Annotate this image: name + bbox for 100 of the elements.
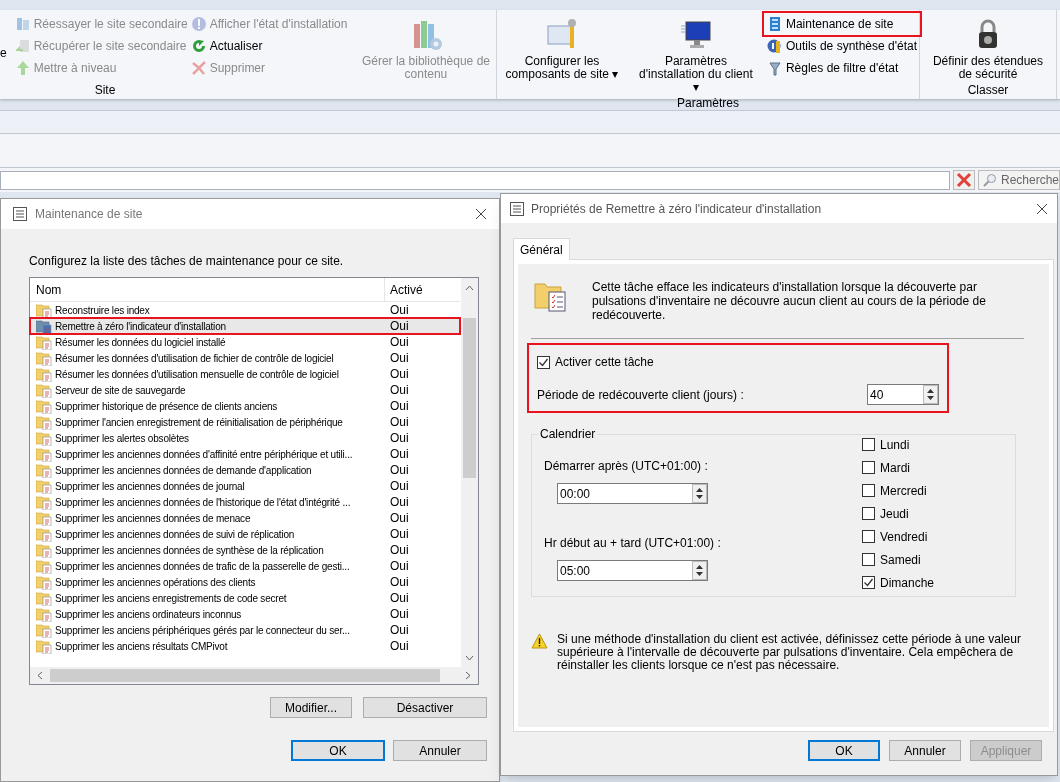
checkbox-label: Dimanche xyxy=(880,574,935,592)
field-label: Période de redécouverte client (jours) : xyxy=(537,386,745,404)
field-label: Démarrer après (UTC+01:00) : xyxy=(544,458,709,475)
list-row[interactable]: Supprimer les anciennes données de demande d'application Oui xyxy=(30,462,460,478)
filter-icon xyxy=(766,60,783,76)
up-arrow-icon xyxy=(14,60,31,76)
folder-document-icon xyxy=(36,622,52,638)
list-row[interactable]: Reconstruire les index Oui xyxy=(30,302,460,318)
task-name: Supprimer les anciens ordinateurs inconnus xyxy=(55,607,242,622)
list-row[interactable]: Supprimer les alertes obsolètes Oui xyxy=(30,430,460,446)
dialog-button[interactable]: Désactiver xyxy=(363,697,487,718)
ribbon-button[interactable]: Maintenance de site xyxy=(764,14,919,34)
table-cell-text: Oui xyxy=(389,446,409,463)
window-title: Propriétés de Remettre à zéro l'indicateur d'installation xyxy=(531,200,822,218)
warning-text: Si une méthode d'installation du client est activée, définissez cette période à une valeur supérieure à l'intervalle de découverte par pulsations d'inventaire. Cela empêchera de réinstaller les clients lorsque ce n'est pas nécessaire. xyxy=(557,633,1022,672)
table-cell-text: Oui xyxy=(389,606,409,623)
folder-document-icon xyxy=(36,478,52,494)
dialog-button[interactable]: Modifier... xyxy=(270,697,352,718)
checkbox[interactable] xyxy=(862,576,875,589)
table-cell-text: Oui xyxy=(389,478,409,495)
list-row[interactable]: Supprimer les anciennes données de suivi de réplication Oui xyxy=(30,526,460,542)
table-cell-text: Oui xyxy=(389,430,409,447)
close-icon[interactable] xyxy=(1036,202,1048,215)
search-icon xyxy=(982,173,997,187)
clear-icon[interactable] xyxy=(952,170,975,190)
folder-document-icon xyxy=(36,398,52,414)
task-name: Supprimer l'ancien enregistrement de réinitialisation de périphérique xyxy=(55,415,343,430)
list-row[interactable]: Résumer les données d'utilisation de fichier de contrôle de logiciel Oui xyxy=(30,350,460,366)
spin-field[interactable]: 40 xyxy=(867,384,939,405)
window-title: Maintenance de site xyxy=(35,206,143,223)
dialog-button[interactable]: Annuler xyxy=(393,740,487,761)
group-title: Calendrier xyxy=(539,426,597,443)
checkbox-label: Samedi xyxy=(880,551,921,569)
table-cell-text: Oui xyxy=(389,590,409,607)
column-header[interactable]: Nom xyxy=(30,278,385,301)
folder-document-icon xyxy=(36,638,52,654)
list-row[interactable]: Supprimer historique de présence de clients anciens Oui xyxy=(30,398,460,414)
list-row[interactable]: Supprimer les anciennes données de synthèse de la réplication Oui xyxy=(30,542,460,558)
ribbon-button[interactable]: Règles de filtre d'état xyxy=(764,58,919,78)
spin-field[interactable]: 00:00 xyxy=(557,483,708,504)
table-cell-text: Oui xyxy=(389,526,409,543)
list-row[interactable]: Résumer les données du logiciel installé Oui xyxy=(30,334,460,350)
spin-field[interactable]: 05:00 xyxy=(557,560,708,581)
ribbon-button[interactable]: Définir des étendues de sécurité xyxy=(920,14,1056,81)
table-cell-text: Oui xyxy=(389,510,409,527)
checkbox[interactable] xyxy=(537,355,550,369)
refresh-icon xyxy=(190,38,207,54)
folder-document-icon xyxy=(36,606,52,622)
list-row[interactable]: Supprimer les anciennes données de menace Oui xyxy=(30,510,460,526)
ribbon-button[interactable]: Outils de synthèse d'état xyxy=(764,36,919,56)
list-row[interactable]: Supprimer les anciens périphériques gérés par le connecteur du ser... Oui xyxy=(30,622,460,638)
ribbon-button[interactable]: Paramètres d'installation du client ▾ xyxy=(630,14,761,94)
column-header[interactable]: Activé xyxy=(385,278,460,301)
ribbon-button[interactable]: Actualiser xyxy=(188,36,352,56)
delete-icon xyxy=(190,60,207,76)
task-name: Remettre à zéro l'indicateur d'installation xyxy=(55,319,226,334)
spin-arrows-icon[interactable] xyxy=(692,484,707,503)
list-row[interactable]: Supprimer les anciennes données de l'historique de l'état d'intégrité ... Oui xyxy=(30,494,460,510)
list-row[interactable]: Supprimer les anciennes données de trafic de la passerelle de gesti... Oui xyxy=(30,558,460,574)
list-row[interactable]: Supprimer les anciens résultats CMPivot Oui xyxy=(30,638,460,654)
search-field[interactable] xyxy=(0,170,950,190)
checkbox[interactable] xyxy=(862,461,875,474)
checkbox[interactable] xyxy=(862,530,875,543)
dialog-button[interactable]: Annuler xyxy=(889,740,961,761)
list-row[interactable]: Remettre à zéro l'indicateur d'installation Oui xyxy=(30,318,460,334)
task-name: Supprimer historique de présence de clients anciens xyxy=(55,399,278,414)
list-row[interactable]: Supprimer les anciens ordinateurs inconnus Oui xyxy=(30,606,460,622)
list-row[interactable]: Supprimer les anciennes données d'affinité entre périphérique et utili... Oui xyxy=(30,446,460,462)
list-row[interactable]: Résumer les données d'utilisation mensuelle de contrôle de logiciel Oui xyxy=(30,366,460,382)
checkbox[interactable] xyxy=(862,484,875,497)
horizontal-scrollbar[interactable] xyxy=(30,667,478,684)
window-icon xyxy=(13,207,27,221)
list-row[interactable]: Supprimer les anciens enregistrements de code secret Oui xyxy=(30,590,460,606)
list-row[interactable]: Supprimer les anciennes opérations des clients Oui xyxy=(30,574,460,590)
folder-document-icon xyxy=(36,574,52,590)
task-name: Supprimer les anciennes données de trafic de la passerelle de gesti... xyxy=(55,559,350,574)
dialog-button[interactable]: OK xyxy=(808,740,880,761)
task-name: Supprimer les anciennes données de demande d'application xyxy=(55,463,312,478)
tab[interactable]: Général xyxy=(513,238,570,260)
list-row[interactable]: Serveur de site de sauvegarde Oui xyxy=(30,382,460,398)
list-row[interactable]: Supprimer l'ancien enregistrement de réinitialisation de périphérique Oui xyxy=(30,414,460,430)
dialog-button[interactable]: OK xyxy=(291,740,385,761)
ribbon-button[interactable]: Configurer les composants de site ▾ xyxy=(497,14,627,81)
list-row[interactable]: Supprimer les anciennes données de journal Oui xyxy=(30,478,460,494)
search-button[interactable]: Recherche xyxy=(977,170,1060,190)
task-name: Supprimer les alertes obsolètes xyxy=(55,431,189,446)
folder-document-icon xyxy=(36,462,52,478)
server-icon xyxy=(14,16,31,32)
spin-arrows-icon[interactable] xyxy=(923,385,938,404)
task-name: Supprimer les anciennes opérations des clients xyxy=(55,575,256,590)
task-name: Reconstruire les index xyxy=(55,303,150,318)
checkbox[interactable] xyxy=(862,553,875,566)
checkbox-label: Lundi xyxy=(880,436,910,454)
folder-document-icon xyxy=(36,302,52,318)
close-icon[interactable] xyxy=(475,208,487,220)
ribbon-group-label: Site xyxy=(93,82,117,99)
spin-arrows-icon[interactable] xyxy=(692,561,707,580)
checkbox[interactable] xyxy=(862,438,875,451)
vertical-scrollbar[interactable] xyxy=(461,278,478,667)
checkbox[interactable] xyxy=(862,507,875,520)
